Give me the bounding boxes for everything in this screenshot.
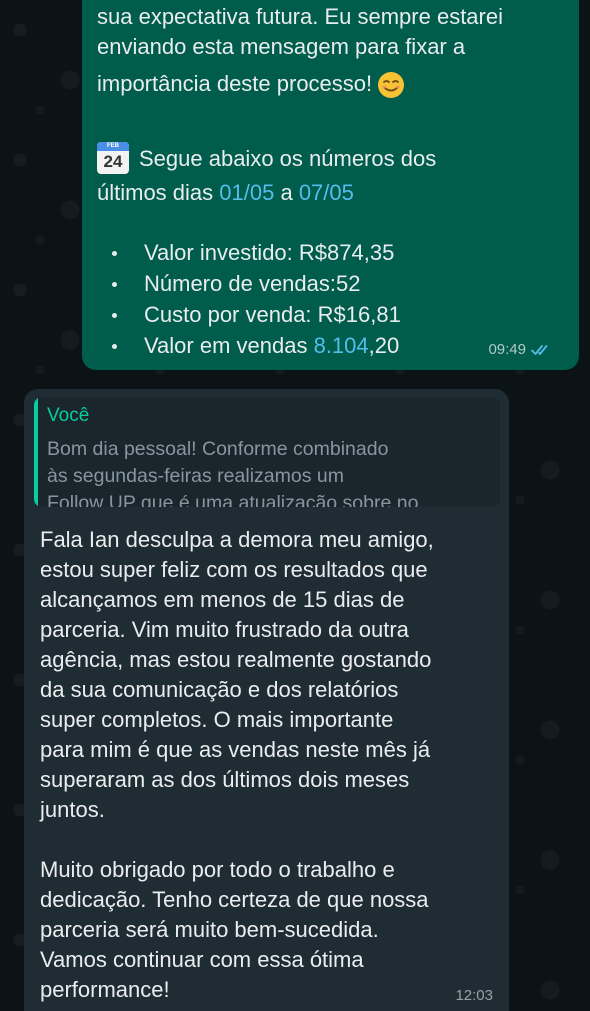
message-text: Valor em vendas — [144, 333, 314, 358]
message-line: Muito obrigado por todo o trabalho e — [40, 857, 395, 882]
quote-accent-bar — [34, 397, 38, 507]
message-line: da sua comunicação e dos relatórios — [40, 677, 399, 702]
message-line: importância deste processo! — [97, 70, 406, 100]
message-line: para mim é que as vendas neste mês já — [40, 737, 431, 762]
message-meta: 09:49 — [488, 341, 553, 358]
bullet-dot — [112, 251, 117, 256]
calendar-month: FEB — [97, 142, 129, 151]
message-line: estou super feliz com os resultados que — [40, 557, 428, 582]
bullet-item: Valor investido: R$874,35 — [144, 240, 395, 265]
calendar-day: 24 — [103, 152, 123, 171]
outgoing-message-bubble[interactable]: sua expectativa futura. Eu sempre estare… — [82, 0, 579, 370]
message-line: parceria. Vim muito frustrado da outra — [40, 617, 409, 642]
message-line: superaram as dos últimos dois meses — [40, 767, 410, 792]
message-line: juntos. — [40, 797, 105, 822]
message-text: importância deste processo! — [97, 70, 373, 96]
calendar-icon: FEB 24 — [97, 142, 129, 174]
message-line: sua expectativa futura. Eu sempre estare… — [97, 4, 503, 29]
bullet-dot — [112, 344, 117, 349]
message-time: 12:03 — [455, 987, 493, 1004]
double-check-read-icon — [531, 344, 548, 355]
quote-author: Você — [47, 405, 90, 426]
quote-line: Bom dia pessoal! Conforme combinado — [47, 438, 389, 460]
message-line: últimos dias 01/05 a 07/05 — [97, 180, 354, 206]
message-line: parceria será muito bem-sucedida. — [40, 917, 379, 942]
bullet-item: Número de vendas:52 — [144, 271, 361, 296]
smiling-face-icon — [378, 72, 405, 98]
message-time: 09:49 — [488, 341, 526, 358]
quoted-message[interactable]: Você Bom dia pessoal! Conforme combinado… — [34, 397, 500, 507]
message-line: performance! — [40, 977, 170, 1002]
message-line: dedicação. Tenho certeza de que nossa — [40, 887, 429, 912]
quote-line: às segundas-feiras realizamos um — [47, 465, 344, 487]
message-text: a — [274, 180, 299, 205]
bullet-item: Custo por venda: R$16,81 — [144, 302, 401, 327]
message-text: ,20 — [368, 333, 400, 358]
bullet-dot — [112, 282, 117, 287]
date-link[interactable]: 07/05 — [299, 180, 354, 205]
message-line: Fala Ian desculpa a demora meu amigo, — [40, 527, 434, 552]
message-line: Segue abaixo os números dos — [139, 146, 437, 171]
quote-line: Follow UP que é uma atualização sobre no… — [47, 492, 435, 507]
message-line: super completos. O mais importante — [40, 707, 394, 732]
message-line: agência, mas estou realmente gostando — [40, 647, 432, 672]
message-line: alcançamos em menos de 15 dias de — [40, 587, 405, 612]
incoming-message-bubble[interactable]: Você Bom dia pessoal! Conforme combinado… — [24, 389, 509, 1011]
phone-number-link[interactable]: 8.104 — [314, 333, 369, 358]
message-text: últimos dias — [97, 180, 220, 205]
bullet-item: Valor em vendas 8.104,20 — [144, 333, 399, 359]
message-line: Vamos continuar com essa ótima — [40, 947, 364, 972]
bullet-dot — [112, 313, 117, 318]
message-line: enviando esta mensagem para fixar a — [97, 34, 466, 59]
date-link[interactable]: 01/05 — [219, 180, 274, 205]
